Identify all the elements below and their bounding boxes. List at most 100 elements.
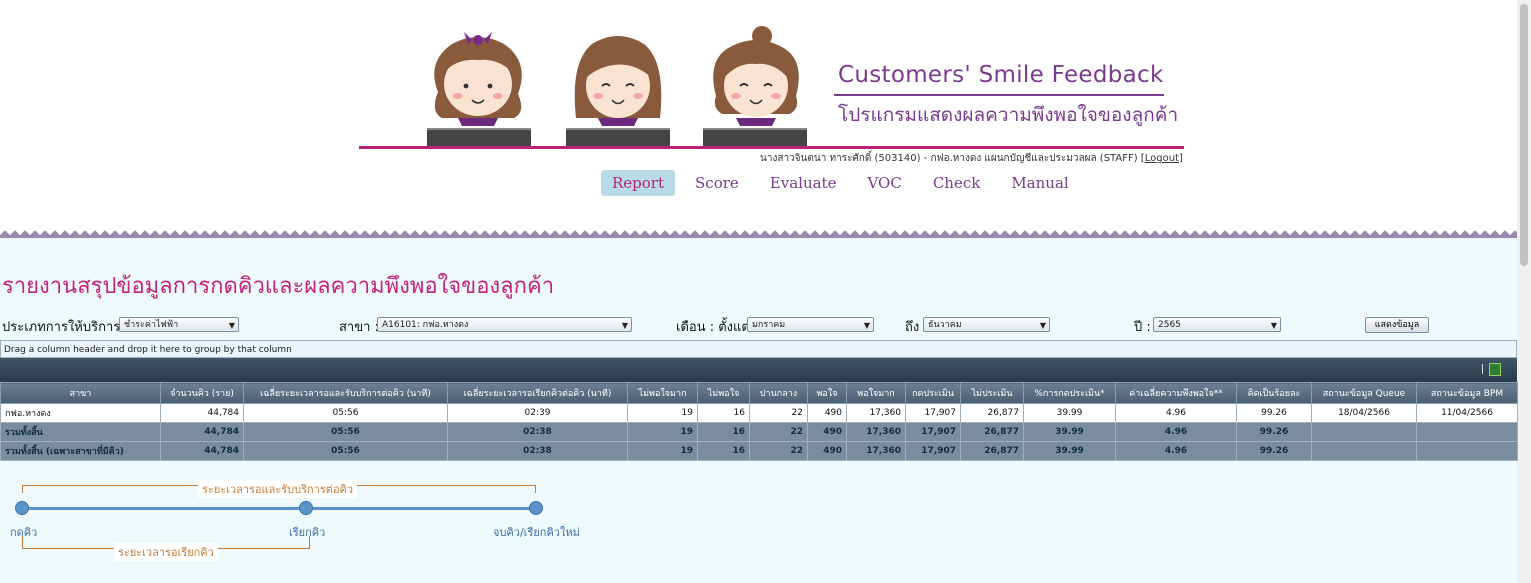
col-header[interactable]: ไม่พอใจ — [697, 382, 750, 404]
service-type-value: ชำระค่าไฟฟ้า — [124, 320, 179, 330]
table-cell: 39.99 — [1023, 441, 1116, 461]
group-by-panel[interactable]: Drag a column header and drop it here to… — [0, 340, 1517, 358]
month-to-label: ถึง — [905, 320, 920, 335]
table-cell: 39.99 — [1023, 403, 1116, 423]
chevron-down-icon: ▼ — [1039, 321, 1046, 330]
table-cell: 26,877 — [960, 422, 1024, 442]
col-header[interactable]: %การกดประเมิน* — [1023, 382, 1116, 404]
nav-evaluate[interactable]: Evaluate — [759, 170, 848, 196]
timeline-dot — [529, 501, 543, 515]
nav-manual[interactable]: Manual — [1000, 170, 1079, 196]
summary-row: รวมทั้งสิ้น 44,784 05:56 02:38 19 16 22 … — [0, 422, 1518, 442]
branch-select[interactable]: A16101: กฟอ.หางดง ▼ — [377, 317, 632, 332]
col-header[interactable]: เฉลี่ยระยะเวลารอเรียกคิวต่อคิว (นาที) — [447, 382, 628, 404]
chevron-down-icon: ▼ — [228, 321, 235, 330]
vertical-scrollbar[interactable] — [1516, 0, 1531, 583]
summary-row: รวมทั้งสิ้น (เฉพาะสาขาที่มีคิว) 44,784 0… — [0, 441, 1518, 461]
col-header[interactable]: พอใจ — [807, 382, 847, 404]
table-cell: 16 — [697, 422, 750, 442]
scrollbar-thumb[interactable] — [1520, 4, 1528, 266]
timeline-line — [22, 507, 536, 510]
table-cell: รวมทั้งสิ้น — [0, 422, 161, 442]
table-cell: 05:56 — [243, 403, 448, 423]
user-info-close: ] — [1178, 153, 1183, 164]
queue-timeline-diagram: ระยะเวลารอและรับบริการต่อคิว กดคิว เรียก… — [0, 476, 620, 576]
header-rule — [359, 146, 1184, 149]
branch-label: สาขา : — [339, 320, 379, 335]
timeline-dot — [15, 501, 29, 515]
nav-check[interactable]: Check — [922, 170, 992, 196]
col-header[interactable]: พอใจมาก — [846, 382, 906, 404]
month-from-select[interactable]: มกราคม ▼ — [747, 317, 874, 332]
table-cell: 490 — [807, 422, 847, 442]
table-cell — [1311, 422, 1417, 442]
nav-score[interactable]: Score — [684, 170, 750, 196]
table-cell: 17,907 — [905, 441, 961, 461]
nav-voc[interactable]: VOC — [856, 170, 912, 196]
show-data-button[interactable]: แสดงข้อมูล — [1365, 317, 1429, 333]
table-cell: 17,907 — [905, 422, 961, 442]
nav-report[interactable]: Report — [601, 170, 676, 196]
table-cell: 490 — [807, 403, 847, 423]
col-header[interactable]: ไม่ประเมิน — [960, 382, 1024, 404]
table-cell: 44,784 — [160, 403, 244, 423]
col-header[interactable]: สาขา — [0, 382, 161, 404]
timeline-dot — [299, 501, 313, 515]
logout-link[interactable]: Logout — [1145, 153, 1179, 164]
year-select[interactable]: 2565 ▼ — [1153, 317, 1281, 332]
col-header[interactable]: ไม่พอใจมาก — [627, 382, 698, 404]
table-cell — [1416, 441, 1518, 461]
table-cell — [1311, 441, 1417, 461]
grid-toolbar — [0, 358, 1517, 382]
service-type-select[interactable]: ชำระค่าไฟฟ้า ▼ — [119, 317, 239, 332]
col-header[interactable]: สถานะข้อมูล Queue — [1311, 382, 1417, 404]
table-cell: 99.26 — [1236, 422, 1312, 442]
col-header[interactable]: สถานะข้อมูล BPM — [1416, 382, 1518, 404]
table-cell: 44,784 — [160, 441, 244, 461]
col-header[interactable]: คิดเป็นร้อยละ — [1236, 382, 1312, 404]
table-cell: 22 — [749, 403, 808, 423]
month-from-label: เดือน : ตั้งแต่ — [676, 320, 750, 335]
table-cell: 11/04/2566 — [1416, 403, 1518, 423]
user-info: นางสาวจินตนา ทาระศักดิ์ (503140) - กฟอ.ห… — [760, 151, 1183, 166]
table-cell: 16 — [697, 403, 750, 423]
table-cell: 22 — [749, 441, 808, 461]
export-excel-icon[interactable] — [1489, 363, 1501, 376]
table-cell: 39.99 — [1023, 422, 1116, 442]
page-header: Customers' Smile Feedback โปรแกรมแสดงผลค… — [0, 0, 1517, 228]
month-from-value: มกราคม — [752, 320, 786, 330]
table-cell: 16 — [697, 441, 750, 461]
branch-value: A16101: กฟอ.หางดง — [382, 320, 469, 330]
desk-3 — [703, 128, 807, 146]
table-cell: 02:38 — [447, 441, 628, 461]
zigzag-divider — [0, 228, 1517, 238]
table-cell: 26,877 — [960, 441, 1024, 461]
table-cell: 17,360 — [846, 422, 906, 442]
col-header[interactable]: จำนวนคิว (ราย) — [160, 382, 244, 404]
month-to-value: ธันวาคม — [928, 320, 962, 330]
table-cell: 26,877 — [960, 403, 1024, 423]
banner-subtitle: โปรแกรมแสดงผลความพึงพอใจของลูกค้า — [838, 104, 1179, 126]
report-table: สาขา จำนวนคิว (ราย) เฉลี่ยระยะเวลารอและร… — [0, 382, 1518, 461]
table-cell — [1416, 422, 1518, 442]
table-cell: 05:56 — [243, 441, 448, 461]
main-nav: Report Score Evaluate VOC Check Manual — [601, 169, 1089, 197]
month-to-select[interactable]: ธันวาคม ▼ — [923, 317, 1050, 332]
table-row[interactable]: กฟอ.หางดง 44,784 05:56 02:39 19 16 22 49… — [0, 403, 1518, 423]
table-cell: 22 — [749, 422, 808, 442]
table-header-row: สาขา จำนวนคิว (ราย) เฉลี่ยระยะเวลารอและร… — [0, 382, 1518, 404]
col-header[interactable]: ค่าเฉลี่ยความพึงพอใจ** — [1115, 382, 1237, 404]
table-cell: 17,907 — [905, 403, 961, 423]
table-cell: กฟอ.หางดง — [0, 403, 161, 423]
page-title: รายงานสรุปข้อมูลการกดคิวและผลความพึงพอใจ… — [2, 274, 555, 299]
col-header[interactable]: กดประเมิน — [905, 382, 961, 404]
year-value: 2565 — [1158, 320, 1181, 330]
col-header[interactable]: ปานกลาง — [749, 382, 808, 404]
table-cell: 19 — [627, 441, 698, 461]
table-cell: 02:39 — [447, 403, 628, 423]
col-header[interactable]: เฉลี่ยระยะเวลารอและรับบริการต่อคิว (นาที… — [243, 382, 448, 404]
toolbar-separator — [1482, 364, 1483, 374]
banner-title: Customers' Smile Feedback — [838, 62, 1164, 88]
service-type-label: ประเภทการให้บริการ : — [2, 320, 129, 335]
table-cell: 05:56 — [243, 422, 448, 442]
